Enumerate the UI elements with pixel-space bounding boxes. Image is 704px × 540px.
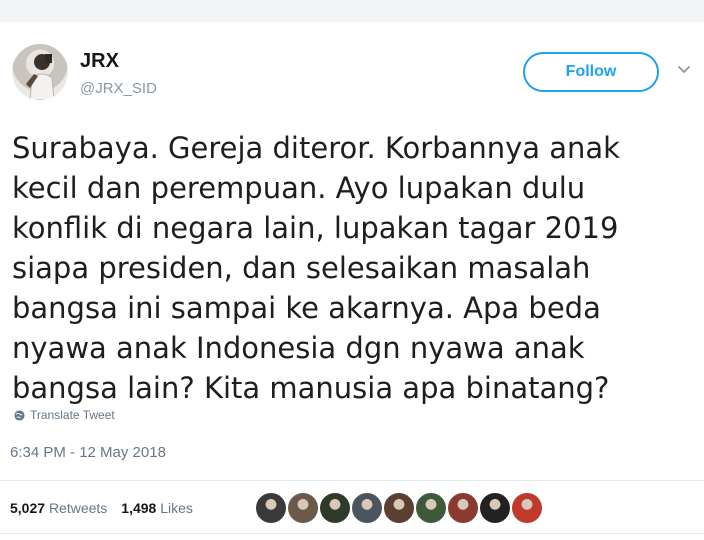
engagement-stats: 5,027 Retweets 1,498 Likes [10, 500, 193, 516]
liker-avatar[interactable] [256, 493, 286, 523]
tweet-timestamp[interactable]: 6:34 PM - 12 May 2018 [10, 444, 166, 461]
liker-avatars [256, 493, 544, 523]
likes-count: 1,498 [121, 500, 157, 516]
retweets-stat[interactable]: 5,027 Retweets [10, 500, 107, 516]
tweet-line: siapa presiden, dan selesaikan masalah [12, 251, 591, 285]
chevron-down-icon[interactable] [676, 62, 692, 78]
tweet-header: JRX @JRX_SID Follow [12, 44, 692, 110]
liker-avatar[interactable] [448, 493, 478, 523]
avatar[interactable] [12, 44, 68, 100]
translate-label: Translate Tweet [30, 408, 115, 422]
follow-button[interactable]: Follow [523, 52, 659, 92]
divider [0, 480, 704, 481]
tweet-line: kecil dan perempuan. Ayo lupakan dulu [12, 171, 586, 205]
display-name[interactable]: JRX [80, 50, 119, 73]
avatar-figure [26, 54, 55, 100]
top-strip [0, 0, 704, 22]
tweet-line: konflik di negara lain, lupakan tagar 20… [12, 211, 619, 245]
user-handle[interactable]: @JRX_SID [80, 80, 157, 97]
liker-avatar[interactable] [352, 493, 382, 523]
liker-avatar[interactable] [480, 493, 510, 523]
tweet-line: Surabaya. Gereja diteror. Korbannya anak [12, 131, 620, 165]
globe-icon [14, 409, 25, 421]
likes-stat[interactable]: 1,498 Likes [121, 500, 193, 516]
tweet-text: Surabaya. Gereja diteror. Korbannya anak… [12, 128, 680, 408]
liker-avatar[interactable] [320, 493, 350, 523]
liker-avatar[interactable] [288, 493, 318, 523]
liker-avatar[interactable] [416, 493, 446, 523]
retweets-count: 5,027 [10, 500, 46, 516]
likes-label: Likes [160, 500, 193, 516]
liker-avatar[interactable] [512, 493, 542, 523]
translate-tweet-link[interactable]: Translate Tweet [14, 408, 115, 422]
divider [0, 533, 704, 534]
tweet-line: bangsa lain? Kita manusia apa binatang? [12, 371, 610, 405]
retweets-label: Retweets [48, 500, 108, 516]
tweet-line: nyawa anak Indonesia dgn nyawa anak [12, 331, 585, 365]
tweet-line: bangsa ini sampai ke akarnya. Apa beda [12, 291, 601, 325]
liker-avatar[interactable] [384, 493, 414, 523]
